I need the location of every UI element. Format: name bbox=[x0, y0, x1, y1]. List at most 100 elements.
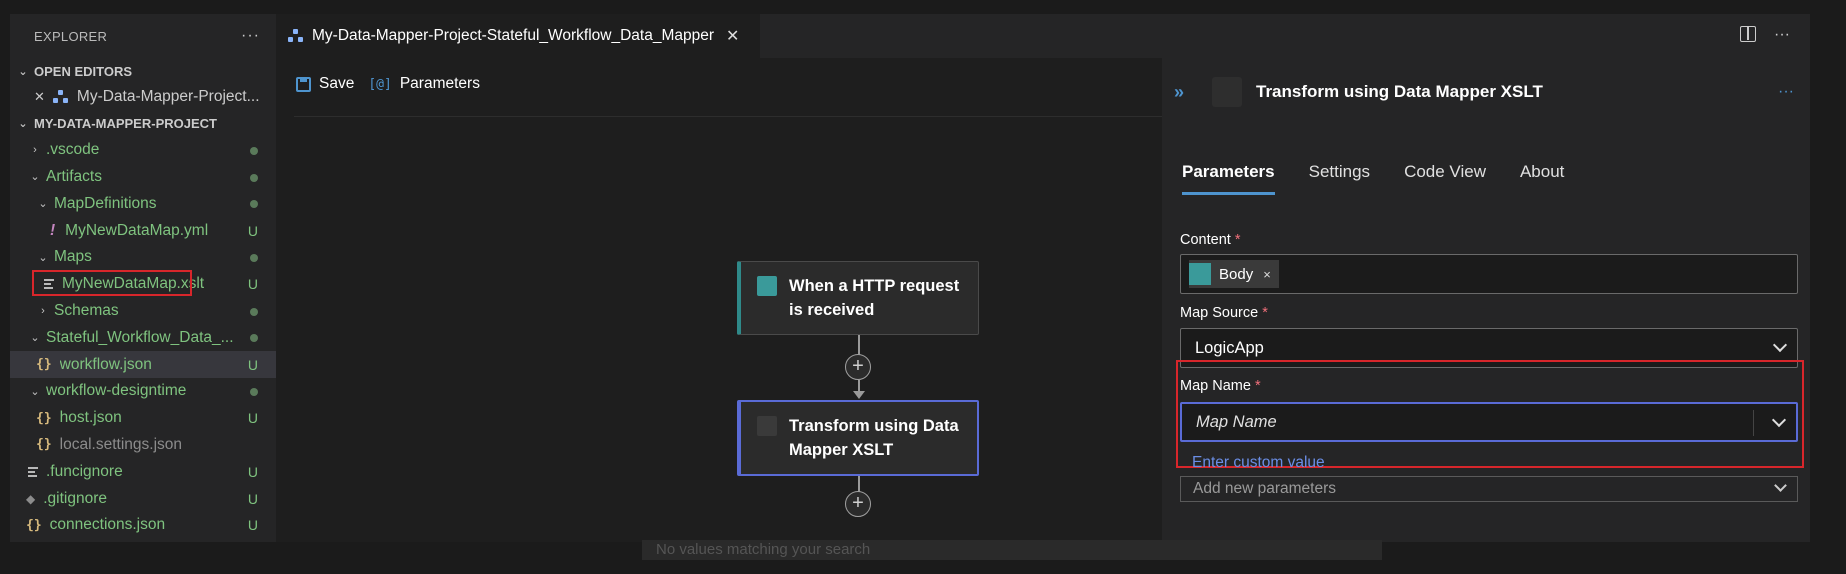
http-request-icon bbox=[757, 276, 777, 296]
expand-panel-icon[interactable]: » bbox=[1174, 82, 1204, 103]
close-icon[interactable]: ✕ bbox=[34, 89, 45, 105]
content-label-text: Content bbox=[1180, 232, 1231, 248]
untracked-badge: U bbox=[247, 222, 258, 239]
chevron-down-icon[interactable] bbox=[1771, 412, 1787, 428]
tree-item-label: Schemas bbox=[54, 301, 119, 319]
tab-data-mapper-workflow[interactable]: My-Data-Mapper-Project-Stateful_Workflow… bbox=[276, 14, 760, 58]
parameters-button[interactable]: [@] Parameters bbox=[368, 75, 480, 93]
chevron-right-icon: › bbox=[41, 304, 45, 317]
tab-code-view[interactable]: Code View bbox=[1404, 162, 1486, 195]
git-icon: ◆ bbox=[26, 491, 36, 506]
save-icon bbox=[296, 76, 311, 92]
action-icon bbox=[1212, 77, 1242, 107]
tab-parameters[interactable]: Parameters bbox=[1182, 162, 1275, 195]
split-editor-icon[interactable] bbox=[1740, 26, 1757, 42]
json-icon: {} bbox=[36, 357, 52, 373]
body-token[interactable]: Body × bbox=[1189, 260, 1279, 288]
tree-item-host-json[interactable]: {} host.json U bbox=[10, 405, 276, 432]
map-source-label: Map Source * bbox=[1180, 305, 1268, 321]
workflow-designer: Save [@] Parameters When a HTTP request … bbox=[276, 58, 1810, 542]
tree-item-schemas[interactable]: › Schemas bbox=[10, 298, 276, 325]
tree-item-workflow-designtime[interactable]: ⌄ workflow-designtime bbox=[10, 378, 276, 405]
tree-item-mynewdatamap-xslt[interactable]: MyNewDataMap.xslt U bbox=[10, 269, 276, 298]
trigger-card[interactable]: When a HTTP request is received bbox=[737, 261, 979, 335]
tree-item-local-settings[interactable]: {} local.settings.json bbox=[10, 432, 276, 459]
tree-item-gitignore[interactable]: ◆ .gitignore U bbox=[10, 485, 276, 512]
chevron-down-icon bbox=[1772, 337, 1788, 353]
save-label: Save bbox=[319, 75, 355, 92]
parameters-label: Parameters bbox=[399, 75, 480, 92]
tab-title: My-Data-Mapper-Project-Stateful_Workflow… bbox=[312, 27, 715, 44]
open-editors-section[interactable]: ⌄ OPEN EDITORS bbox=[10, 58, 276, 84]
map-name-input[interactable] bbox=[1196, 412, 1756, 432]
explorer-more-icon[interactable]: ··· bbox=[241, 27, 260, 45]
untracked-badge: U bbox=[247, 276, 258, 293]
dropdown-separator bbox=[1753, 410, 1754, 436]
tree-item-label: Maps bbox=[54, 248, 92, 266]
tab-settings[interactable]: Settings bbox=[1309, 162, 1370, 195]
save-button[interactable]: Save bbox=[296, 75, 354, 93]
tree-item-label: host.json bbox=[59, 409, 122, 427]
modified-dot bbox=[250, 307, 258, 316]
tree-item-label: .vscode bbox=[46, 141, 100, 159]
map-source-value: LogicApp bbox=[1195, 338, 1264, 357]
tree-item-funcignore[interactable]: .funcignore U bbox=[10, 458, 276, 485]
map-name-label-text: Map Name bbox=[1180, 378, 1251, 394]
explorer-title: EXPLORER bbox=[34, 28, 108, 44]
token-remove-icon[interactable]: × bbox=[1263, 267, 1271, 282]
enter-custom-value-link[interactable]: Enter custom value bbox=[1192, 454, 1325, 472]
chevron-down-icon: ⌄ bbox=[30, 385, 40, 398]
designer-toolbar: Save [@] Parameters bbox=[296, 72, 480, 96]
tree-item-vscode[interactable]: › .vscode bbox=[10, 137, 276, 164]
chevron-down-icon: ⌄ bbox=[30, 171, 40, 184]
panel-more-icon[interactable]: ··· bbox=[1778, 83, 1794, 101]
modified-dot bbox=[250, 253, 258, 262]
tree-item-workflow-json[interactable]: {} workflow.json U bbox=[10, 351, 276, 378]
tree-item-mapdefinitions[interactable]: ⌄ MapDefinitions bbox=[10, 190, 276, 217]
required-mark: * bbox=[1234, 232, 1241, 248]
no-match-message: No values matching your search bbox=[642, 540, 1382, 560]
tab-close-icon[interactable]: ✕ bbox=[726, 26, 739, 46]
designer-canvas: When a HTTP request is received + Transf… bbox=[276, 118, 1162, 542]
add-new-parameters-dropdown[interactable]: Add new parameters bbox=[1180, 476, 1798, 502]
tree-item-stateful-workflow[interactable]: ⌄ Stateful_Workflow_Data_... bbox=[10, 324, 276, 351]
toolbar-divider bbox=[294, 116, 1162, 117]
required-mark: * bbox=[1262, 305, 1268, 321]
parameters-icon: [@] bbox=[368, 76, 392, 92]
connector-line bbox=[858, 476, 860, 492]
modified-dot bbox=[250, 334, 258, 343]
content-field[interactable]: Body × bbox=[1180, 254, 1798, 294]
trigger-title: When a HTTP request is received bbox=[789, 277, 960, 319]
tree-item-mynewdatamap-yml[interactable]: ! MyNewDataMap.yml U bbox=[10, 217, 276, 244]
tree-item-artifacts[interactable]: ⌄ Artifacts bbox=[10, 164, 276, 191]
tree-item-label: MyNewDataMap.yml bbox=[65, 221, 209, 239]
project-section[interactable]: ⌄ MY-DATA-MAPPER-PROJECT bbox=[10, 111, 276, 137]
json-icon: {} bbox=[36, 437, 52, 453]
tree-item-connections-json[interactable]: {} connections.json U bbox=[10, 512, 276, 539]
tree-item-maps[interactable]: ⌄ Maps bbox=[10, 244, 276, 271]
tree-item-label: workflow-designtime bbox=[46, 382, 187, 400]
open-editor-item[interactable]: ✕ My-Data-Mapper-Project... bbox=[10, 84, 276, 111]
add-step-button[interactable]: + bbox=[845, 491, 871, 517]
token-label: Body bbox=[1219, 265, 1254, 283]
map-name-combobox[interactable] bbox=[1180, 402, 1798, 442]
chevron-down-icon bbox=[1774, 479, 1787, 492]
yaml-icon: ! bbox=[50, 221, 56, 239]
insert-step-button[interactable]: + bbox=[845, 354, 871, 380]
action-details-panel: » Transform using Data Mapper XSLT ··· P… bbox=[1162, 58, 1810, 542]
map-name-label: Map Name * bbox=[1180, 378, 1261, 394]
panel-header: » Transform using Data Mapper XSLT ··· bbox=[1162, 66, 1810, 118]
json-icon: {} bbox=[36, 410, 52, 426]
tree-item-label: workflow.json bbox=[59, 355, 152, 373]
tab-about[interactable]: About bbox=[1520, 162, 1564, 195]
untracked-badge: U bbox=[247, 490, 258, 507]
open-editors-label: OPEN EDITORS bbox=[34, 63, 133, 79]
highlight-box bbox=[32, 269, 192, 296]
open-editor-label: My-Data-Mapper-Project... bbox=[76, 88, 260, 106]
tree-item-label: .gitignore bbox=[43, 489, 107, 507]
modified-dot bbox=[250, 387, 258, 396]
action-card[interactable]: Transform using Data Mapper XSLT bbox=[737, 400, 979, 476]
action-title: Transform using Data Mapper XSLT bbox=[789, 417, 959, 459]
connector-arrow bbox=[853, 391, 865, 399]
editor-more-icon[interactable]: ··· bbox=[1774, 26, 1790, 44]
